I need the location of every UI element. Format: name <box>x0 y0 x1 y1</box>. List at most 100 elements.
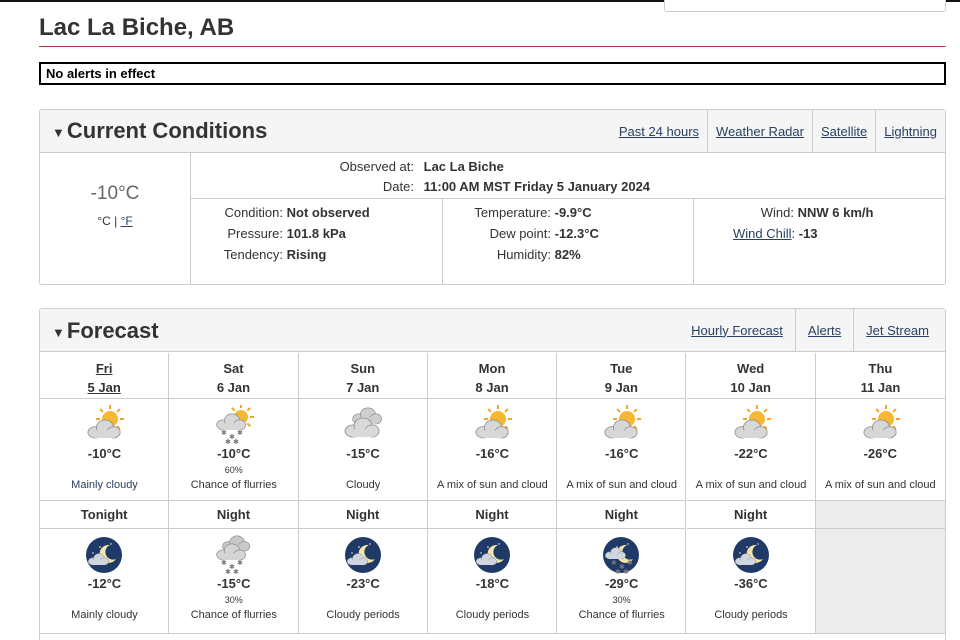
forecast-summary: A mix of sun and cloud <box>695 479 807 491</box>
tendency-value: Rising <box>286 247 327 262</box>
search-box[interactable] <box>664 0 946 12</box>
night-forecast: -23°C Cloudy periods <box>299 529 428 633</box>
svg-text:✱: ✱ <box>611 559 617 567</box>
humidity-value: 82% <box>554 247 581 262</box>
empty-night-cell <box>815 529 946 633</box>
dewpoint-label: Dew point: <box>489 226 551 241</box>
day-name: Mon <box>478 361 506 376</box>
temperature-label: Temperature: <box>474 205 551 220</box>
current-temperature: -10°C <box>90 183 140 204</box>
date-label: Date: <box>382 179 414 194</box>
svg-text:✱: ✱ <box>221 429 227 437</box>
day-header-tue: Tue 9 Jan <box>557 353 687 399</box>
precip-probability: 30% <box>224 595 243 605</box>
moon-cloud-snow-icon: ✱ ✱ ✱ ✱ ✱ <box>601 535 643 576</box>
forecast-temperature: -29°C <box>604 576 639 591</box>
empty-night-header <box>815 501 946 529</box>
temperature-value: -9.9°C <box>554 205 592 220</box>
forecast-summary: Mainly cloudy <box>71 609 138 621</box>
day-header-wed: Wed 10 Jan <box>686 353 816 399</box>
day-date: 5 Jan <box>87 380 121 395</box>
alert-banner: No alerts in effect <box>39 62 946 85</box>
forecast-bottom-divider <box>40 633 945 634</box>
day-forecast-sun: -15°C Cloudy <box>298 399 428 501</box>
day-date: 7 Jan <box>346 380 380 395</box>
svg-text:✱: ✱ <box>623 568 629 575</box>
forecast-temperature: -12°C <box>87 576 122 591</box>
svg-text:✱: ✱ <box>225 438 231 445</box>
wind-value: NNW 6 km/h <box>797 205 874 220</box>
sun-cloud-snow-icon: ✱ ✱ ✱ ✱ ✱ <box>213 404 255 446</box>
forecast-title[interactable]: ▼Forecast <box>52 318 159 344</box>
pressure-value: 101.8 kPa <box>286 226 346 241</box>
unit-fahrenheit-link[interactable]: °F <box>121 214 133 228</box>
condition-label: Condition: <box>224 205 283 220</box>
day-header-sat: Sat 6 Jan <box>169 353 299 399</box>
forecast-summary: A mix of sun and cloud <box>566 479 678 491</box>
link-weather-radar[interactable]: Weather Radar <box>707 110 812 152</box>
forecast-summary: Cloudy periods <box>714 609 788 621</box>
forecast-summary: Mainly cloudy <box>71 479 138 491</box>
collapse-triangle-icon[interactable]: ▼ <box>52 325 65 340</box>
day-name: Wed <box>737 361 765 376</box>
forecast-temperature: -18°C <box>475 576 510 591</box>
link-satellite[interactable]: Satellite <box>811 110 875 152</box>
day-name: Fri <box>95 361 113 376</box>
conditions-column-2: Temperature: -9.9°C Dew point: -12.3°C H… <box>443 199 694 284</box>
svg-text:✱: ✱ <box>237 429 243 437</box>
forecast-header: ▼Forecast Hourly Forecast Alerts Jet Str… <box>40 309 945 352</box>
moon-cloud-icon <box>343 535 385 575</box>
night-forecast: ✱ ✱ ✱ ✱ ✱ -15°C 30% Chance of flurries <box>169 529 299 633</box>
unit-celsius: °C <box>97 214 111 228</box>
forecast-summary: A mix of sun and cloud <box>437 479 548 491</box>
forecast-temperature: -22°C <box>734 446 768 461</box>
forecast-summary: A mix of sun and cloud <box>824 479 936 491</box>
conditions-column-3: Wind: NNW 6 km/h Wind Chill: -13 <box>694 199 945 284</box>
link-jet-stream[interactable]: Jet Stream <box>853 309 945 351</box>
wind-label: Wind: <box>760 205 794 220</box>
day-date: 6 Jan <box>216 380 251 395</box>
cloud-snow-icon: ✱ ✱ ✱ ✱ ✱ <box>213 535 255 576</box>
current-conditions-panel: ▼Current Conditions Past 24 hours Weathe… <box>39 109 946 285</box>
day-header-fri[interactable]: Fri 5 Jan <box>40 353 170 399</box>
conditions-column-1: Condition: Not observed Pressure: 101.8 … <box>191 199 443 284</box>
day-forecast-mon: -16°C A mix of sun and cloud <box>427 399 558 501</box>
current-conditions-header: ▼Current Conditions Past 24 hours Weathe… <box>40 110 945 153</box>
precip-probability: 30% <box>612 595 631 605</box>
day-header-sun: Sun 7 Jan <box>298 353 428 399</box>
forecast-panel: ▼Forecast Hourly Forecast Alerts Jet Str… <box>39 308 946 640</box>
link-lightning[interactable]: Lightning <box>875 110 945 152</box>
page-title: Lac La Biche, AB <box>39 14 235 41</box>
day-name: Tue <box>610 361 633 376</box>
night-header: Night <box>686 501 816 529</box>
moon-cloud-icon <box>84 535 126 575</box>
forecast-summary: Chance of flurries <box>190 479 277 491</box>
night-forecast: -36°C Cloudy periods <box>687 529 816 633</box>
sun-cloud-icon <box>84 405 126 445</box>
day-date: 10 Jan <box>730 380 771 395</box>
svg-text:✱: ✱ <box>237 559 243 567</box>
wind-chill-link[interactable]: Wind Chill <box>733 226 792 241</box>
collapse-triangle-icon[interactable]: ▼ <box>52 125 65 140</box>
link-hourly-forecast[interactable]: Hourly Forecast <box>679 309 795 351</box>
current-temp-column: -10°C °C | °F <box>40 153 191 284</box>
night-forecast: ✱ ✱ ✱ ✱ ✱ -29°C 30% Chance of flurries <box>557 529 687 633</box>
night-header: Night <box>298 501 428 529</box>
day-name: Sun <box>350 361 376 376</box>
forecast-summary: Chance of flurries <box>578 609 665 621</box>
forecast-temperature: -23°C <box>346 576 380 591</box>
current-conditions-title[interactable]: ▼Current Conditions <box>52 118 267 144</box>
condition-value: Not observed <box>286 205 370 220</box>
unit-separator: | <box>110 214 121 228</box>
link-past-24-hours[interactable]: Past 24 hours <box>611 110 707 152</box>
observation-info: Observed at: Lac La Biche Date: 11:00 AM… <box>191 153 945 199</box>
day-forecast-fri: -10°C Mainly cloudy <box>40 399 170 501</box>
precip-probability: 60% <box>224 465 243 475</box>
sun-cloud-icon <box>472 405 514 445</box>
moon-cloud-icon <box>472 535 514 575</box>
link-alerts[interactable]: Alerts <box>794 309 853 351</box>
sun-cloud-icon <box>601 405 643 445</box>
observed-at-label: Observed at: <box>339 159 414 174</box>
humidity-label: Humidity: <box>496 247 551 262</box>
svg-text:✱: ✱ <box>221 559 227 567</box>
